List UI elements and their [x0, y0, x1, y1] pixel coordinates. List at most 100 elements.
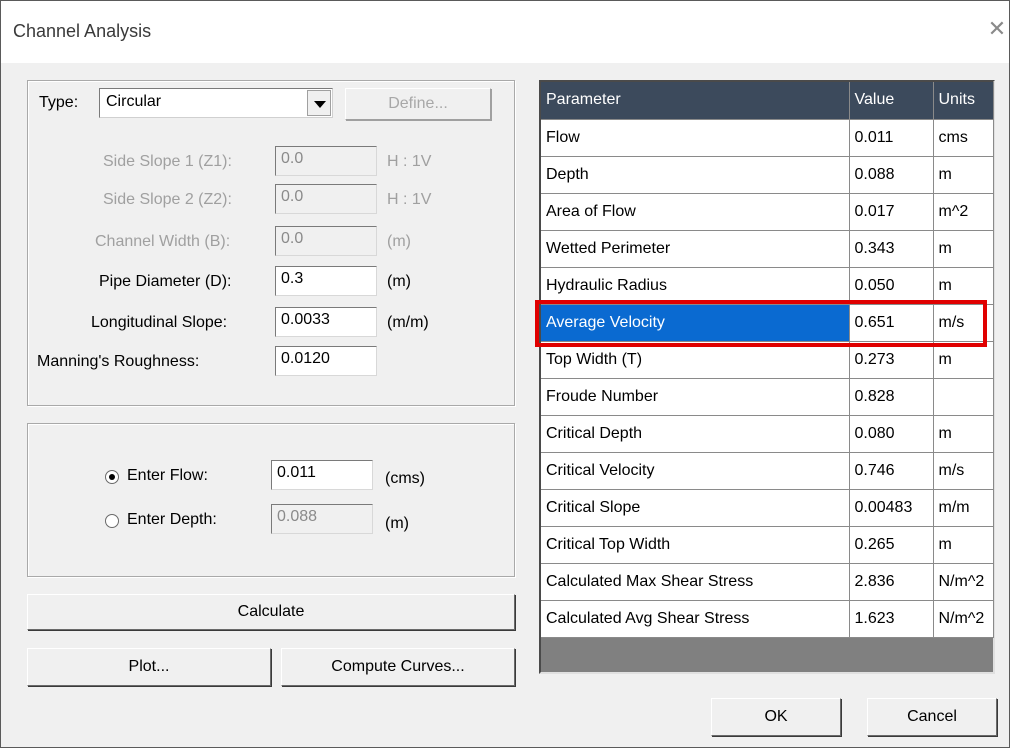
cancel-button[interactable]: Cancel — [867, 698, 997, 736]
header-value[interactable]: Value — [849, 82, 934, 120]
window-title: Channel Analysis — [13, 21, 152, 41]
type-dropdown[interactable]: Circular — [99, 88, 333, 118]
side-slope-2-unit: H : 1V — [387, 191, 432, 208]
units-cell[interactable]: m — [933, 230, 994, 268]
value-cell[interactable]: 0.828 — [849, 378, 934, 416]
value-cell[interactable]: 2.836 — [849, 563, 934, 601]
plot-button[interactable]: Plot... — [27, 648, 271, 686]
units-cell[interactable]: m — [933, 415, 994, 453]
value-cell[interactable]: 0.343 — [849, 230, 934, 268]
units-cell[interactable]: m/s — [933, 452, 994, 490]
calculate-button[interactable]: Calculate — [27, 594, 515, 630]
units-cell[interactable]: m — [933, 267, 994, 305]
value-cell[interactable]: 0.651 — [849, 304, 934, 342]
channel-analysis-dialog: Channel Analysis ✕ Type: Circular Define… — [0, 0, 1010, 748]
close-icon[interactable]: ✕ — [985, 18, 1009, 42]
parameter-cell[interactable]: Calculated Avg Shear Stress — [541, 600, 850, 638]
table-row[interactable]: Wetted Perimeter 0.343 m — [541, 230, 994, 268]
value-cell[interactable]: 0.746 — [849, 452, 934, 490]
parameter-cell[interactable]: Top Width (T) — [541, 341, 850, 379]
longitudinal-slope-unit: (m/m) — [387, 314, 429, 331]
value-cell[interactable]: 0.080 — [849, 415, 934, 453]
table-row[interactable]: Critical Velocity 0.746 m/s — [541, 452, 994, 490]
side-slope-1-field[interactable]: 0.0 — [275, 146, 377, 176]
value-cell[interactable]: 0.265 — [849, 526, 934, 564]
ok-button[interactable]: OK — [711, 698, 841, 736]
parameter-cell[interactable]: Depth — [541, 156, 850, 194]
units-cell[interactable]: m — [933, 341, 994, 379]
parameter-cell[interactable]: Critical Slope — [541, 489, 850, 527]
value-cell[interactable]: 0.011 — [849, 119, 934, 157]
units-cell[interactable]: m — [933, 526, 994, 564]
value-cell[interactable]: 0.050 — [849, 267, 934, 305]
value-cell[interactable]: 1.623 — [849, 600, 934, 638]
table-row[interactable]: Critical Depth 0.080 m — [541, 415, 994, 453]
value-cell[interactable]: 0.017 — [849, 193, 934, 231]
units-cell[interactable]: m^2 — [933, 193, 994, 231]
units-cell[interactable]: cms — [933, 119, 994, 157]
units-cell[interactable]: m/m — [933, 489, 994, 527]
parameter-cell[interactable]: Flow — [541, 119, 850, 157]
parameter-cell[interactable]: Critical Top Width — [541, 526, 850, 564]
pipe-diameter-unit: (m) — [387, 273, 411, 290]
enter-depth-radio[interactable] — [105, 514, 119, 528]
longitudinal-slope-field[interactable]: 0.0033 — [275, 307, 377, 337]
table-row[interactable]: Froude Number 0.828 — [541, 378, 994, 416]
compute-curves-button[interactable]: Compute Curves... — [281, 648, 515, 686]
units-cell[interactable]: m — [933, 156, 994, 194]
title-bar: Channel Analysis ✕ — [1, 1, 1009, 63]
pipe-diameter-field[interactable]: 0.3 — [275, 266, 377, 296]
chevron-down-icon[interactable] — [307, 90, 331, 116]
header-units[interactable]: Units — [933, 82, 994, 120]
channel-width-field[interactable]: 0.0 — [275, 226, 377, 256]
enter-flow-label[interactable]: Enter Flow: — [127, 467, 208, 485]
parameter-cell[interactable]: Hydraulic Radius — [541, 267, 850, 305]
value-cell[interactable]: 0.273 — [849, 341, 934, 379]
parameter-cell[interactable]: Critical Depth — [541, 415, 850, 453]
units-cell[interactable]: N/m^2 — [933, 600, 994, 638]
table-row[interactable]: Calculated Avg Shear Stress 1.623 N/m^2 — [541, 600, 994, 638]
parameter-cell[interactable]: Average Velocity — [541, 304, 850, 342]
side-slope-1-unit: H : 1V — [387, 153, 432, 170]
input-mode-group — [27, 423, 515, 577]
mannings-roughness-label: Manning's Roughness: — [37, 353, 200, 370]
longitudinal-slope-label: Longitudinal Slope: — [91, 314, 228, 331]
side-slope-1-label: Side Slope 1 (Z1): — [103, 153, 232, 170]
side-slope-2-field[interactable]: 0.0 — [275, 184, 377, 214]
table-row[interactable]: Average Velocity 0.651 m/s — [541, 304, 994, 342]
units-cell[interactable]: m/s — [933, 304, 994, 342]
flow-unit: (cms) — [385, 470, 425, 487]
table-row[interactable]: Depth 0.088 m — [541, 156, 994, 194]
enter-depth-label[interactable]: Enter Depth: — [127, 511, 217, 529]
table-row[interactable]: Area of Flow 0.017 m^2 — [541, 193, 994, 231]
results-table: Parameter Value Units Flow 0.011 cms Depth 0… — [541, 82, 994, 638]
side-slope-2-label: Side Slope 2 (Z2): — [103, 191, 232, 208]
table-row[interactable]: Critical Top Width 0.265 m — [541, 526, 994, 564]
table-row[interactable]: Hydraulic Radius 0.050 m — [541, 267, 994, 305]
type-label: Type: — [39, 94, 79, 111]
define-button[interactable]: Define... — [345, 88, 491, 120]
enter-flow-radio[interactable] — [105, 470, 119, 484]
value-cell[interactable]: 0.088 — [849, 156, 934, 194]
parameter-cell[interactable]: Critical Velocity — [541, 452, 850, 490]
results-grid[interactable]: Parameter Value Units Flow 0.011 cms Depth 0… — [539, 80, 995, 674]
pipe-diameter-label: Pipe Diameter (D): — [99, 273, 232, 290]
results-header-row: Parameter Value Units — [541, 82, 994, 120]
depth-field[interactable]: 0.088 — [271, 504, 373, 534]
parameter-cell[interactable]: Calculated Max Shear Stress — [541, 563, 850, 601]
parameter-cell[interactable]: Froude Number — [541, 378, 850, 416]
table-row[interactable]: Flow 0.011 cms — [541, 119, 994, 157]
parameter-cell[interactable]: Wetted Perimeter — [541, 230, 850, 268]
table-row[interactable]: Calculated Max Shear Stress 2.836 N/m^2 — [541, 563, 994, 601]
table-row[interactable]: Critical Slope 0.00483 m/m — [541, 489, 994, 527]
depth-unit: (m) — [385, 515, 409, 532]
units-cell[interactable]: N/m^2 — [933, 563, 994, 601]
flow-field[interactable]: 0.011 — [271, 460, 373, 490]
units-cell[interactable] — [933, 378, 994, 416]
header-parameter[interactable]: Parameter — [541, 82, 850, 120]
table-row[interactable]: Top Width (T) 0.273 m — [541, 341, 994, 379]
mannings-roughness-field[interactable]: 0.0120 — [275, 346, 377, 376]
value-cell[interactable]: 0.00483 — [849, 489, 934, 527]
channel-width-label: Channel Width (B): — [95, 233, 231, 250]
parameter-cell[interactable]: Area of Flow — [541, 193, 850, 231]
